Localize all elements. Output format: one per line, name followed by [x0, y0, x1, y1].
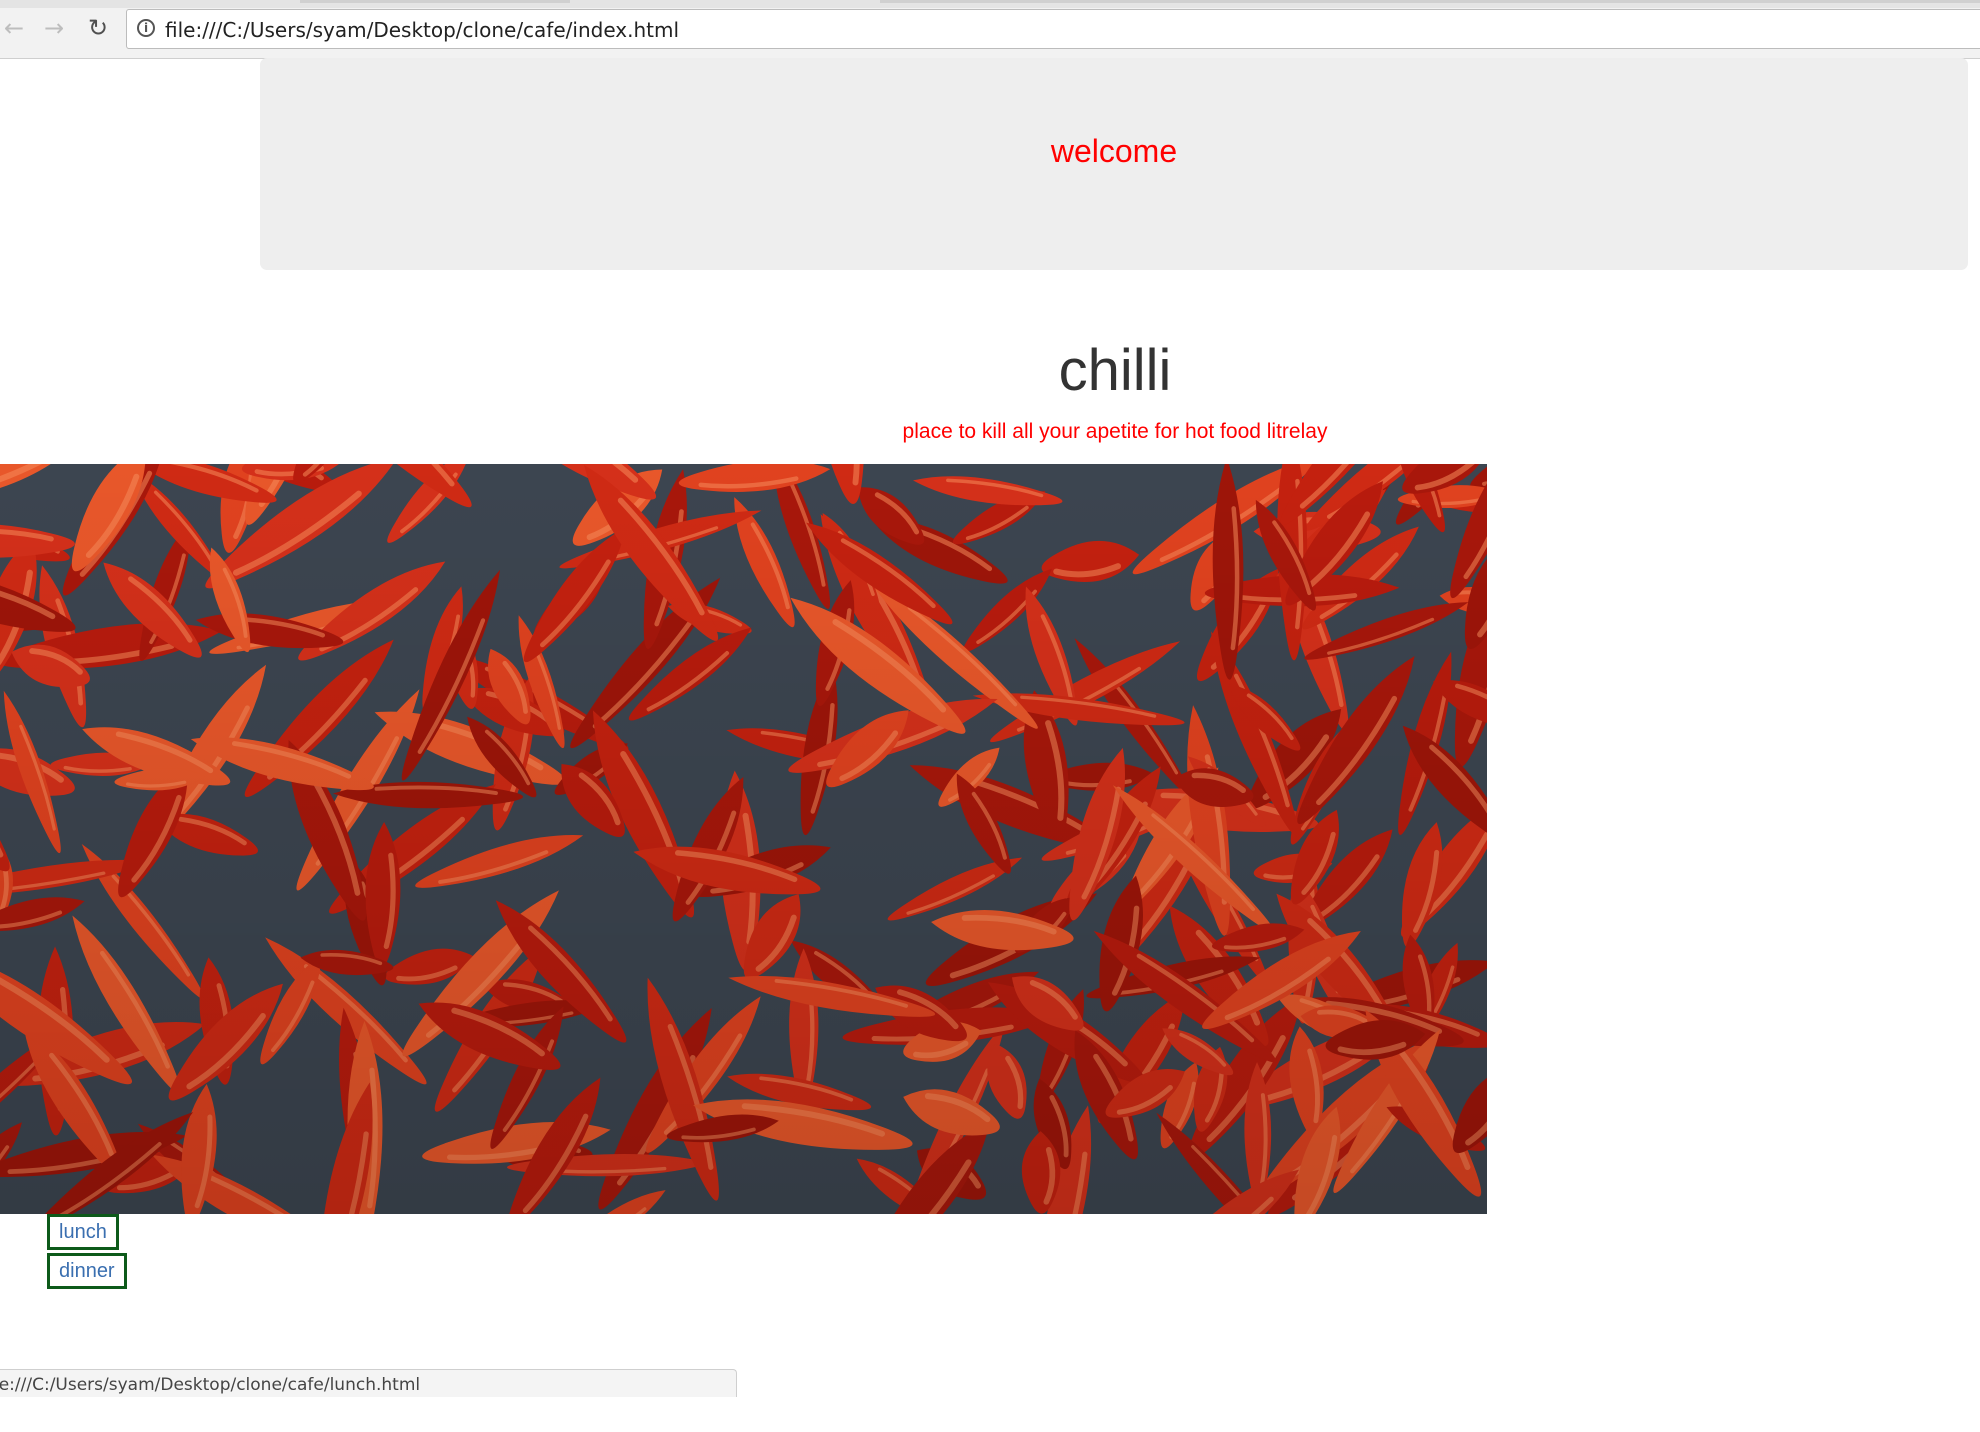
reload-icon[interactable]: ↻ — [84, 14, 112, 42]
forward-arrow-icon[interactable]: → — [40, 14, 68, 42]
dinner-link[interactable]: dinner — [47, 1253, 127, 1289]
tab-edge — [300, 0, 570, 3]
page-title: chilli — [1058, 338, 1172, 403]
chilli-peppers-image — [0, 464, 1487, 1214]
address-bar[interactable]: i file:///C:/Users/syam/Desktop/clone/ca… — [126, 9, 1980, 49]
page-tagline: place to kill all your apetite for hot f… — [902, 420, 1328, 443]
welcome-text: welcome — [1050, 133, 1178, 169]
tab-strip — [0, 0, 1980, 8]
tab-edge — [880, 0, 1980, 3]
info-icon[interactable]: i — [137, 19, 155, 37]
status-bar: le:///C:/Users/syam/Desktop/clone/cafe/l… — [0, 1369, 737, 1397]
browser-toolbar: ← → ↻ i file:///C:/Users/syam/Desktop/cl… — [0, 0, 1980, 59]
status-bar-url: le:///C:/Users/syam/Desktop/clone/cafe/l… — [0, 1375, 421, 1395]
back-arrow-icon[interactable]: ← — [0, 14, 28, 42]
hero-image — [0, 464, 1487, 1214]
welcome-jumbotron: welcome — [260, 58, 1968, 270]
address-bar-url[interactable]: file:///C:/Users/syam/Desktop/clone/cafe… — [165, 18, 679, 42]
lunch-link[interactable]: lunch — [47, 1214, 119, 1250]
